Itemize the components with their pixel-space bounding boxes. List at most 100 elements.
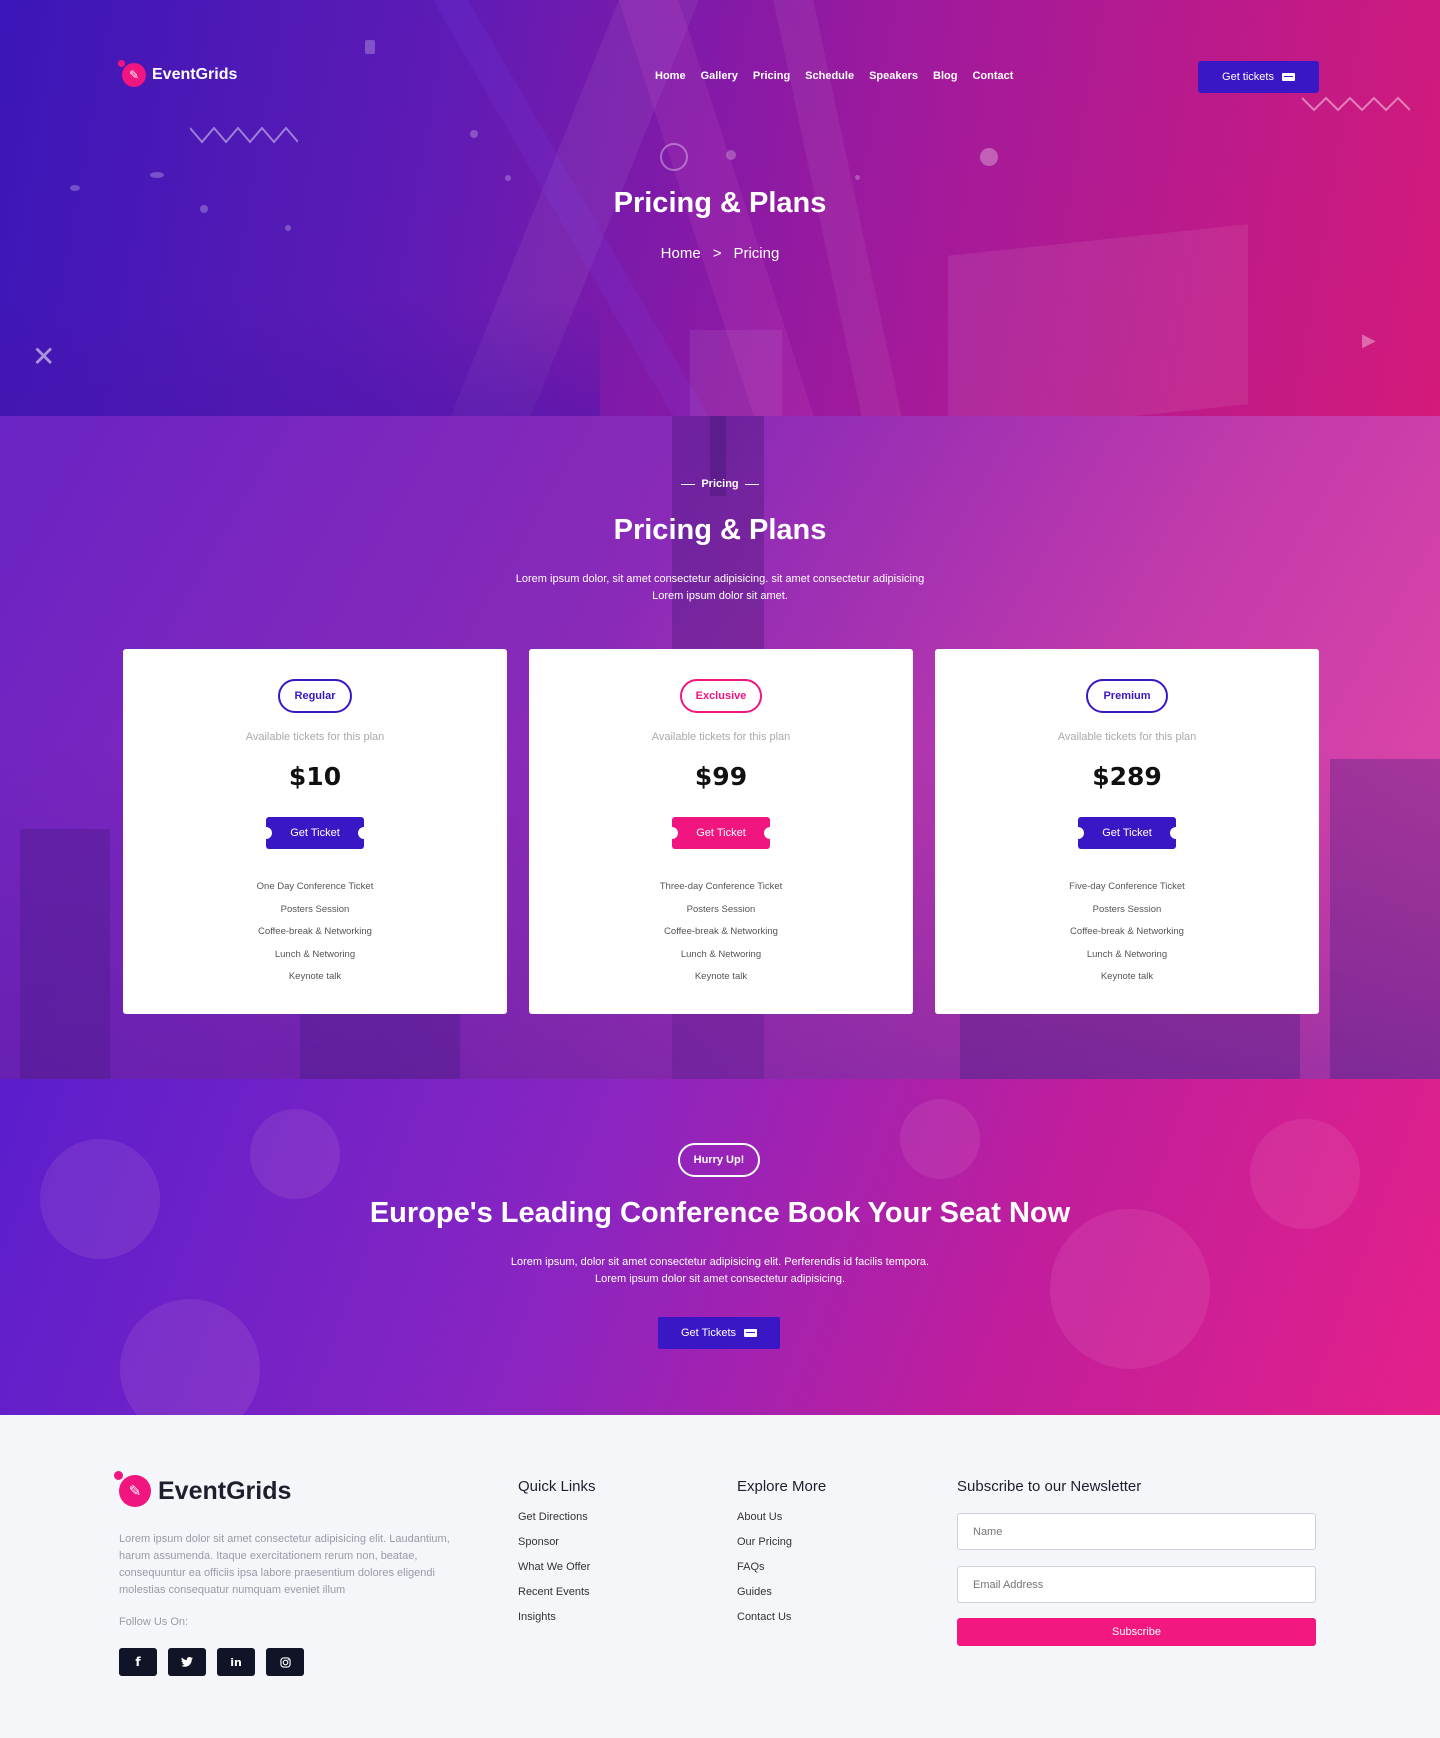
building-silhouette [1330,759,1440,1079]
linkedin-icon[interactable]: in [217,1648,255,1676]
crowd-shape [900,1099,980,1179]
footer-link[interactable]: FAQs [737,1561,826,1586]
footer-brand-logo[interactable]: ✎ EventGrids [114,1471,292,1507]
eyebrow-text: Pricing [701,478,739,490]
follow-label: Follow Us On: [119,1616,189,1628]
pricing-description: Lorem ipsum dolor, sit amet consectetur … [490,571,950,605]
ticket-icon [1281,73,1295,81]
light-dot [855,175,860,180]
quick-links-title: Quick Links [518,1478,596,1495]
twitter-icon[interactable] [168,1648,206,1676]
brand-name: EventGrids [152,66,238,83]
zigzag-decoration [190,126,298,144]
pricing-card-premium: Premium Available tickets for this plan … [935,649,1319,1014]
plan-feature: Lunch & Networing [274,948,356,960]
hurry-up-badge: Hurry Up! [678,1143,760,1177]
subscribe-button[interactable]: Subscribe [957,1618,1316,1646]
footer-link[interactable]: Our Pricing [737,1536,826,1561]
plan-feature: Keynote talk [1100,971,1154,982]
light-dot [505,175,511,181]
crowd-shape [120,1299,260,1415]
plan-price: $10 [288,762,342,791]
play-triangle-decoration-icon: ▶ [1362,330,1376,351]
light-dot [470,130,478,138]
breadcrumb: Home > Pricing [0,245,1440,262]
eyebrow-line [744,483,759,485]
light-dot [365,40,375,54]
footer-link[interactable]: Contact Us [737,1611,826,1636]
quick-links-list: Get Directions Sponsor What We Offer Rec… [518,1511,596,1636]
plan-name-badge: Premium [1086,679,1168,713]
light-dot [150,172,164,178]
plan-availability: Available tickets for this plan [1057,731,1197,743]
plan-feature: Lunch & Networing [1086,948,1168,960]
newsletter-email-input[interactable] [957,1566,1316,1603]
light-dot [285,225,291,231]
footer-link[interactable]: Sponsor [518,1536,596,1561]
nav-item-blog[interactable]: Blog [933,70,957,82]
nav-item-gallery[interactable]: Gallery [701,70,738,82]
page-title: Pricing & Plans [613,187,827,219]
plan-feature: Posters Session [686,903,756,915]
nav-item-schedule[interactable]: Schedule [805,70,854,82]
stage-background [0,300,600,416]
footer-link[interactable]: Guides [737,1586,826,1611]
footer-link[interactable]: Recent Events [518,1586,596,1611]
pricing-description-line: Lorem ipsum dolor, sit amet consectetur … [515,573,925,585]
main-nav: Home Gallery Pricing Schedule Speakers B… [655,70,1013,82]
footer-link[interactable]: Insights [518,1611,596,1636]
plan-feature: Lunch & Networing [680,948,762,960]
footer-link[interactable]: What We Offer [518,1561,596,1586]
footer-link[interactable]: Get Directions [518,1511,596,1536]
explore-more-column: Explore More About Us Our Pricing FAQs G… [737,1478,826,1636]
plan-feature: Coffee-break & Networking [664,926,778,937]
zigzag-decoration [1302,96,1410,112]
get-ticket-button[interactable]: Get Ticket [666,817,776,849]
get-ticket-button[interactable]: Get Ticket [1072,817,1182,849]
plan-features: One Day Conference Ticket Posters Sessio… [123,881,507,994]
plan-feature: Coffee-break & Networking [1070,926,1184,937]
plan-feature: One Day Conference Ticket [256,881,374,892]
microphone-logo-icon: ✎ [114,1471,151,1507]
plan-feature: Posters Session [1092,903,1162,915]
quick-links-column: Quick Links Get Directions Sponsor What … [518,1478,596,1636]
nav-item-home[interactable]: Home [655,70,686,82]
footer-about: Lorem ipsum dolor sit amet consectetur a… [119,1533,450,1596]
brand-logo[interactable]: ✎ EventGrids [118,60,238,87]
plan-feature: Five-day Conference Ticket [1069,881,1185,892]
light-dot [726,150,736,160]
breadcrumb-home[interactable]: Home [661,245,701,262]
pricing-card-regular: Regular Available tickets for this plan … [123,649,507,1014]
plan-features: Three-day Conference Ticket Posters Sess… [529,881,913,994]
cta-title: Europe's Leading Conference Book Your Se… [369,1197,1071,1229]
facebook-icon[interactable]: f [119,1648,157,1676]
instagram-icon[interactable] [266,1648,304,1676]
explore-more-list: About Us Our Pricing FAQs Guides Contact… [737,1511,826,1636]
plan-features: Five-day Conference Ticket Posters Sessi… [935,881,1319,994]
footer-brand-name: EventGrids [158,1476,292,1505]
newsletter-name-input[interactable] [957,1513,1316,1550]
breadcrumb-separator: > [712,245,722,262]
plan-name-badge: Exclusive [680,679,762,713]
plan-feature: Coffee-break & Networking [258,926,372,937]
eyebrow-line [681,483,696,485]
social-links: f in [119,1648,304,1676]
plan-feature: Keynote talk [288,971,342,982]
pricing-title: Pricing & Plans [613,514,827,546]
nav-item-pricing[interactable]: Pricing [753,70,790,82]
section-eyebrow: Pricing [0,478,1440,490]
nav-item-speakers[interactable]: Speakers [869,70,918,82]
get-tickets-label: Get tickets [1222,71,1274,83]
plan-availability: Available tickets for this plan [245,731,385,743]
cta-description-line: Lorem ipsum dolor sit amet consectetur a… [594,1273,846,1285]
get-ticket-button[interactable]: Get Ticket [260,817,370,849]
cta-get-tickets-button[interactable]: Get Tickets [658,1317,780,1349]
get-tickets-button[interactable]: Get tickets [1198,61,1319,93]
footer-link[interactable]: About Us [737,1511,826,1536]
plan-feature: Posters Session [280,903,350,915]
nav-item-contact[interactable]: Contact [972,70,1013,82]
crowd-shape [1050,1209,1210,1369]
ticket-icon [744,1329,758,1337]
dot-decoration [980,148,998,166]
plan-availability: Available tickets for this plan [651,731,791,743]
